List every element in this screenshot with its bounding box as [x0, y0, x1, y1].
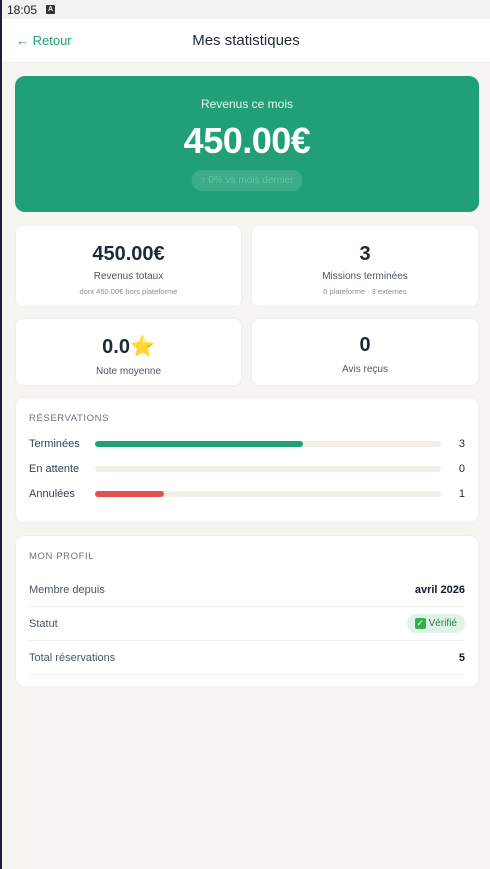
total-reservations-label: Total réservations: [29, 651, 116, 664]
progress-track: [95, 466, 441, 472]
reservations-title: RÉSERVATIONS: [29, 413, 110, 424]
verified-label: Vérifié: [428, 618, 457, 629]
progress-track: [95, 441, 441, 447]
progress-fill: [95, 441, 303, 447]
missions-label: Missions terminées: [322, 271, 408, 282]
total-revenue-label: Revenus totaux: [93, 271, 164, 282]
member-since-label: Membre depuis: [29, 583, 105, 596]
progress-track: [95, 491, 441, 497]
reviews-label: Avis reçus: [342, 364, 388, 375]
reservation-row-count: 1: [458, 488, 465, 500]
status-row: Statut ✓ Vérifié: [29, 607, 465, 641]
rating-card: 0.0⭐ Note moyenne: [15, 318, 242, 386]
reservation-row-count: 0: [458, 463, 465, 475]
missions-card: 3 Missions terminées 0 plateforme · 3 ex…: [251, 225, 479, 307]
profile-title: MON PROFIL: [29, 551, 95, 562]
check-icon: ✓: [414, 618, 426, 629]
reservation-row-label: Annulées: [29, 488, 75, 500]
notification-icon: A: [46, 5, 56, 14]
rating-value: 0.0⭐: [102, 336, 155, 358]
monthly-revenue-card: Revenus ce mois 450.00€ ↑ 0% vs mois der…: [15, 76, 479, 212]
window-edge: [0, 0, 2, 869]
progress-fill: [95, 491, 165, 497]
member-since-row: Membre depuis avril 2026: [29, 573, 465, 607]
total-reservations-row: Total réservations 5: [29, 641, 465, 675]
reviews-card: 0 Avis reçus: [251, 318, 479, 386]
total-revenue-card: 450.00€ Revenus totaux dont 450.00€ hors…: [15, 225, 242, 307]
reservation-row-label: En attente: [29, 463, 80, 475]
trend-badge: ↑ 0% vs mois dernier: [191, 170, 303, 191]
reservation-row-pending: En attente 0: [29, 461, 465, 477]
total-reservations-value: 5: [458, 651, 465, 664]
reservations-section: RÉSERVATIONS Terminées 3 En attente 0 An…: [15, 397, 479, 523]
status-label: Statut: [29, 617, 58, 630]
reservation-row-completed: Terminées 3: [29, 436, 465, 452]
reservation-row-count: 3: [458, 438, 465, 450]
missions-sub: 0 plateforme · 3 externes: [323, 287, 407, 296]
page-title: Mes statistiques: [192, 32, 300, 49]
verified-badge: ✓ Vérifié: [406, 614, 465, 633]
reservation-row-label: Terminées: [29, 438, 80, 450]
total-revenue-sub: dont 450.00€ hors plateforme: [79, 287, 178, 296]
total-revenue-value: 450.00€: [92, 243, 165, 265]
status-bar: 18:05 A: [0, 0, 490, 19]
app-header: ← Retour Mes statistiques: [2, 19, 490, 63]
reservation-row-cancelled: Annulées 1: [29, 486, 465, 502]
reviews-value: 0: [359, 334, 371, 356]
monthly-revenue-value: 450.00€: [183, 120, 311, 161]
missions-value: 3: [359, 243, 371, 265]
rating-label: Note moyenne: [95, 366, 162, 377]
profile-section: MON PROFIL Membre depuis avril 2026 Stat…: [15, 535, 479, 687]
member-since-value: avril 2026: [414, 583, 465, 596]
status-time: 18:05: [7, 2, 38, 17]
monthly-revenue-label: Revenus ce mois: [200, 97, 294, 111]
